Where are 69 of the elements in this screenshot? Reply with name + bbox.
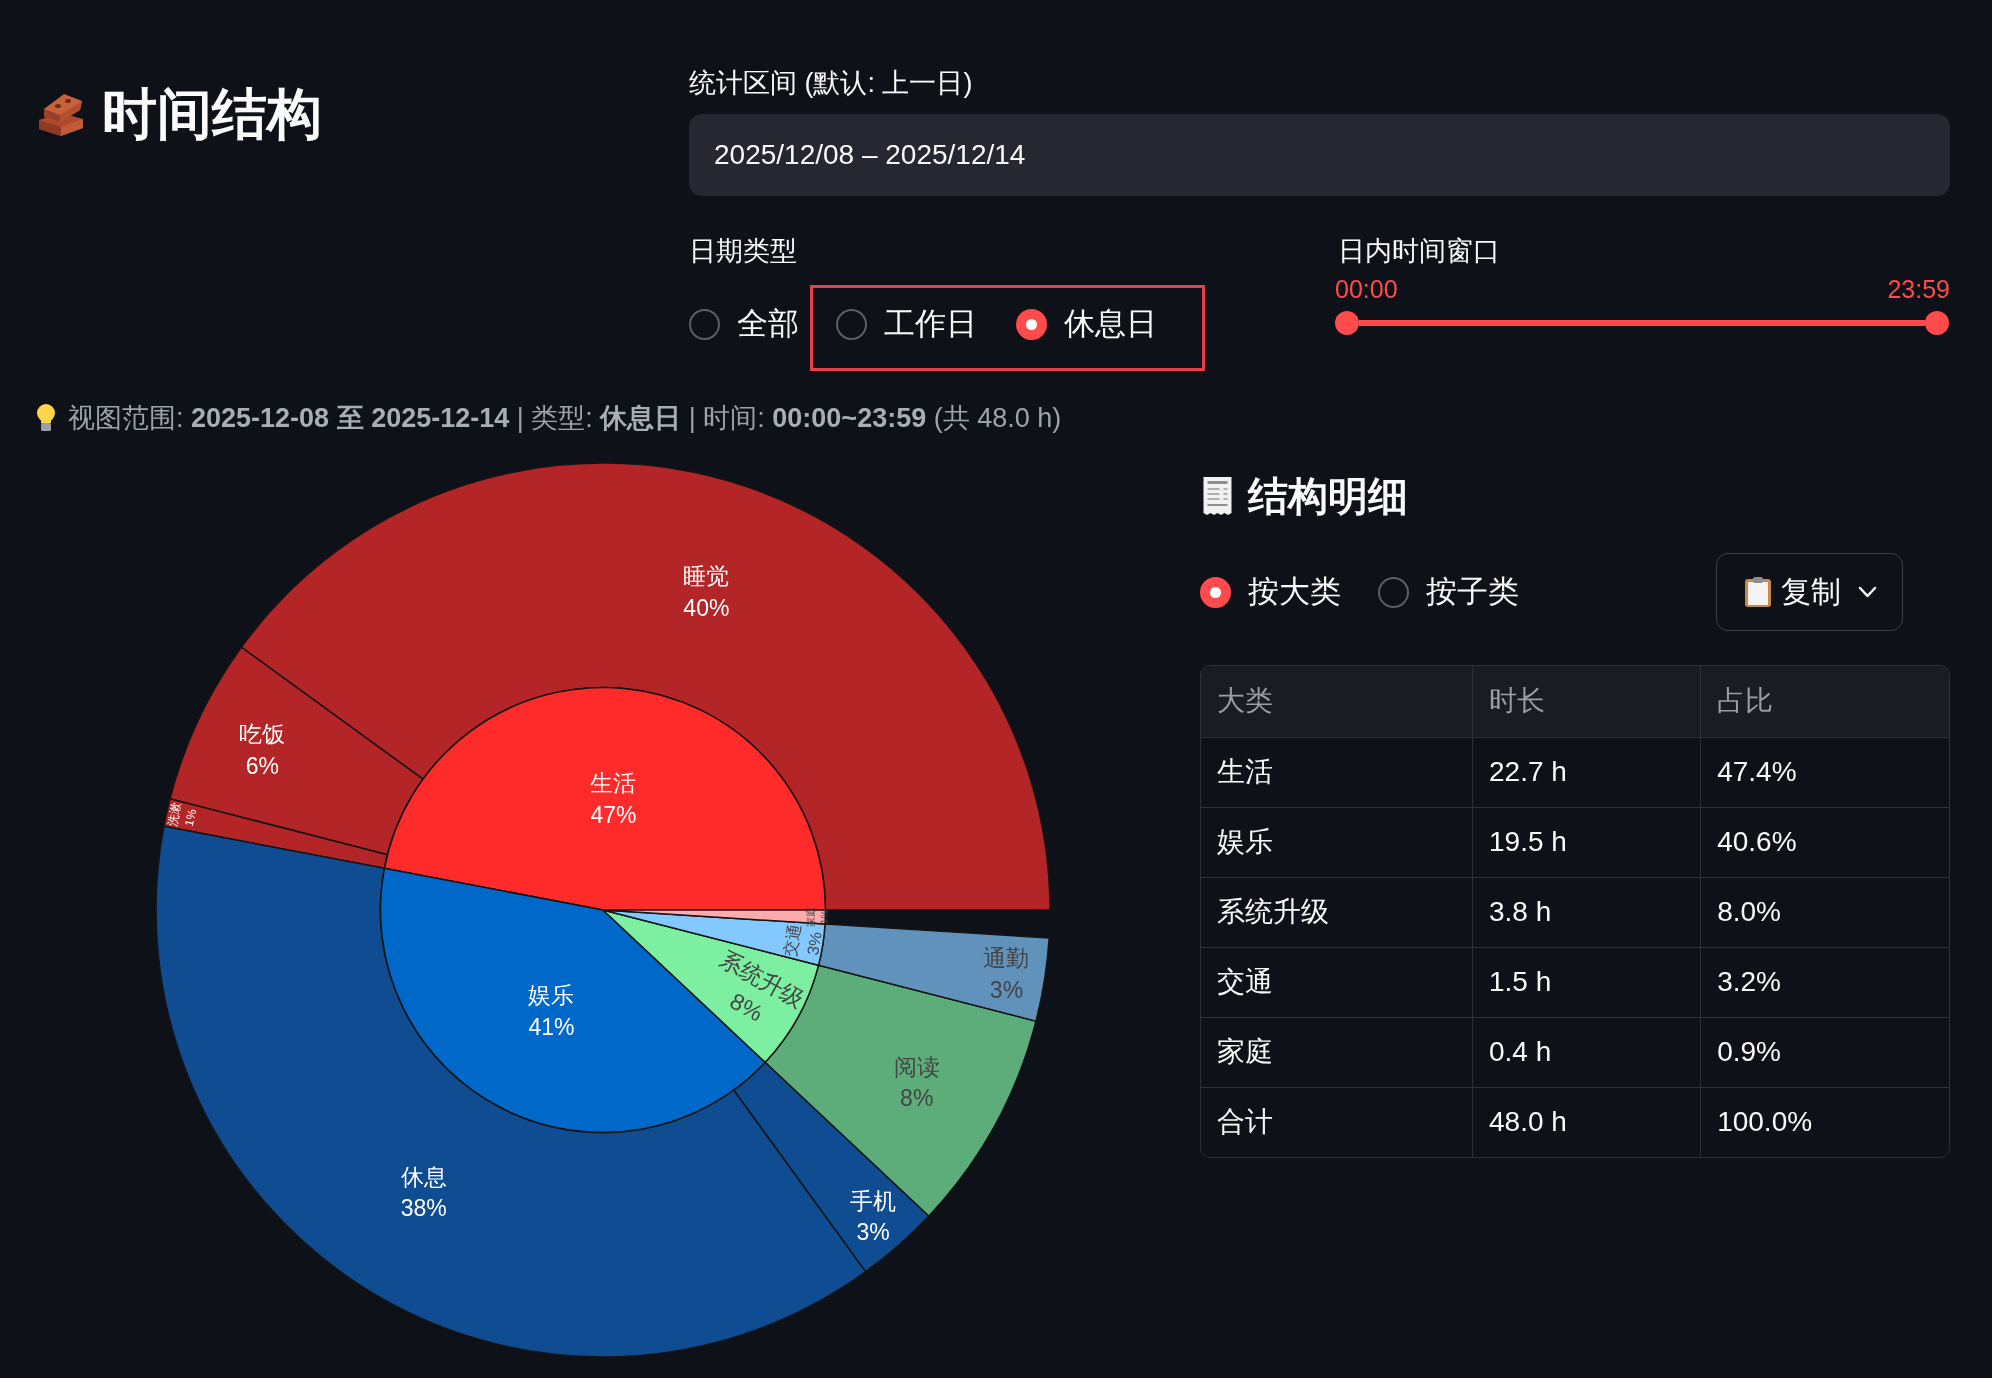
table-cell: 3.8 h <box>1472 877 1701 947</box>
radio-label[interactable]: 休息日 <box>1064 302 1157 346</box>
segment-label: 洗漱 <box>164 800 184 828</box>
table-cell: 22.7 h <box>1472 737 1701 807</box>
radio-label[interactable]: 全部 <box>737 302 799 346</box>
table-cell: 系统升级 <box>1201 877 1473 947</box>
slider-value: 00:00 <box>1335 274 1398 304</box>
segment-value: 47% <box>590 801 637 828</box>
segment-label: 家庭 <box>804 906 817 927</box>
segment-label: 交通 <box>780 922 804 958</box>
segment-value: 40% <box>683 594 730 621</box>
column-header: 占比 <box>1700 666 1949 737</box>
table-cell: 0.4 h <box>1472 1017 1701 1087</box>
segment-label: 吃饭 <box>239 720 286 747</box>
table-cell: 交通 <box>1201 947 1473 1017</box>
slider-handle[interactable] <box>1925 311 1949 335</box>
table-cell: 0.9% <box>1700 1017 1949 1087</box>
radio-label[interactable]: 工作日 <box>884 302 977 346</box>
segment-value: 1% <box>181 807 200 828</box>
column-header: 大类 <box>1201 666 1473 737</box>
radio-label[interactable]: 按子类 <box>1426 570 1519 614</box>
segment-label: 阅读 <box>893 1053 940 1080</box>
table-cell: 3.2% <box>1700 947 1949 1017</box>
table-cell: 19.5 h <box>1472 807 1701 877</box>
table-cell: 家庭 <box>1201 1017 1473 1087</box>
field-label: 日内时间窗口 <box>1338 235 1501 268</box>
segment-label: 娱乐 <box>528 982 575 1009</box>
table-cell: 生活 <box>1201 737 1473 807</box>
slider-track[interactable] <box>1359 320 1925 326</box>
radio-button[interactable] <box>836 308 867 340</box>
segment-label: 通勤 <box>983 945 1030 972</box>
segment-label: 睡觉 <box>683 563 730 589</box>
radio-label[interactable]: 按大类 <box>1248 570 1341 614</box>
table-cell: 40.6% <box>1700 807 1949 877</box>
column-header: 时长 <box>1472 666 1701 737</box>
field-label: 统计区间 (默认: 上一日) <box>689 67 974 100</box>
chevron-down-icon <box>1858 586 1877 598</box>
table-cell: 47.4% <box>1700 737 1949 807</box>
radio-button[interactable] <box>689 308 720 340</box>
table-cell: 100.0% <box>1700 1087 1949 1157</box>
lightbulb-icon <box>36 404 56 432</box>
table-cell: 合计 <box>1201 1087 1473 1157</box>
segment-value: 3% <box>803 930 825 957</box>
segment-label: 手机 <box>850 1187 897 1214</box>
slider-handle[interactable] <box>1335 311 1359 335</box>
clipboard-icon <box>1744 576 1772 608</box>
slider-value: 23:59 <box>1887 274 1950 304</box>
radio-button[interactable] <box>1016 308 1047 340</box>
segment-value: 3% <box>856 1219 890 1246</box>
info-text: 视图范围: 2025-12-08 至 2025-12-14 | 类型: 休息日 | 时间: 00:00~23:59 (共 48.0 h) <box>68 402 1062 435</box>
segment-value: 38% <box>400 1195 447 1222</box>
segment-value: 6% <box>245 752 279 779</box>
segment-value: 3% <box>989 976 1024 1003</box>
radio-button[interactable] <box>1378 576 1409 608</box>
page-title: 时间结构 <box>102 82 322 147</box>
copy-button[interactable]: 复制 <box>1716 553 1903 631</box>
table-cell: 8.0% <box>1700 877 1949 947</box>
segment-label: 生活 <box>590 770 637 797</box>
segment-label: 休息 <box>400 1163 447 1190</box>
radio-button[interactable] <box>1200 576 1231 608</box>
table-cell: 娱乐 <box>1201 807 1473 877</box>
date-range-field[interactable]: 2025/12/08 – 2025/12/14 <box>689 114 1950 196</box>
section-title: 结构明细 <box>1248 473 1408 520</box>
segment-value: 41% <box>528 1014 575 1040</box>
segment-value: 1% <box>818 909 830 925</box>
segment-value: 8% <box>900 1085 934 1112</box>
field-label: 日期类型 <box>689 235 798 268</box>
table-cell: 1.5 h <box>1472 947 1701 1017</box>
table-cell: 48.0 h <box>1472 1087 1701 1157</box>
